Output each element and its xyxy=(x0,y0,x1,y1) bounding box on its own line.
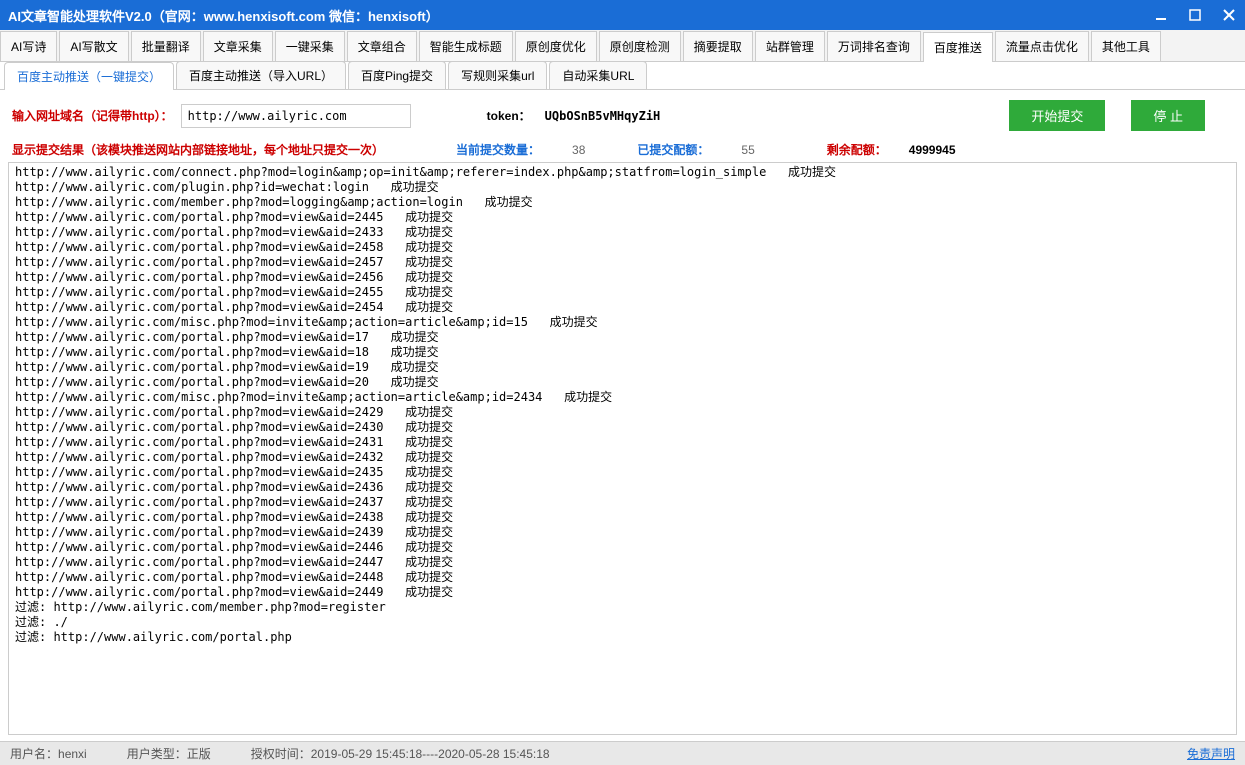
status-bar: 用户名：henxi 用户类型：正版 授权时间：2019-05-29 15:45:… xyxy=(0,741,1245,765)
window-controls xyxy=(1153,7,1237,23)
log-output[interactable]: http://www.ailyric.com/connect.php?mod=l… xyxy=(8,162,1237,735)
main-tab-6[interactable]: 智能生成标题 xyxy=(419,31,513,61)
log-line: http://www.ailyric.com/portal.php?mod=vi… xyxy=(15,435,1230,450)
main-tab-12[interactable]: 百度推送 xyxy=(923,32,993,62)
log-line: http://www.ailyric.com/portal.php?mod=vi… xyxy=(15,450,1230,465)
remain-value: 4999945 xyxy=(909,143,956,157)
user-block: 用户名：henxi xyxy=(10,745,87,762)
main-tabs: AI写诗AI写散文批量翻译文章采集一键采集文章组合智能生成标题原创度优化原创度检… xyxy=(0,30,1245,62)
count-label: 当前提交数量： xyxy=(456,141,540,158)
sub-tab-1[interactable]: 百度主动推送（导入URL） xyxy=(176,61,346,89)
window-title: AI文章智能处理软件V2.0（官网：www.henxisoft.com 微信：h… xyxy=(8,6,1153,25)
log-line: http://www.ailyric.com/portal.php?mod=vi… xyxy=(15,225,1230,240)
count-value: 38 xyxy=(572,143,585,157)
main-tab-9[interactable]: 摘要提取 xyxy=(683,31,753,61)
main-tab-0[interactable]: AI写诗 xyxy=(0,31,57,61)
log-line: http://www.ailyric.com/misc.php?mod=invi… xyxy=(15,315,1230,330)
log-line: http://www.ailyric.com/portal.php?mod=vi… xyxy=(15,465,1230,480)
main-tab-14[interactable]: 其他工具 xyxy=(1091,31,1161,61)
log-line: http://www.ailyric.com/portal.php?mod=vi… xyxy=(15,585,1230,600)
main-tab-13[interactable]: 流量点击优化 xyxy=(995,31,1089,61)
log-line: 过滤: http://www.ailyric.com/portal.php xyxy=(15,630,1230,645)
sub-tab-3[interactable]: 写规则采集url xyxy=(448,61,547,89)
log-line: http://www.ailyric.com/portal.php?mod=vi… xyxy=(15,375,1230,390)
main-tab-11[interactable]: 万词排名查询 xyxy=(827,31,921,61)
main-tab-5[interactable]: 文章组合 xyxy=(347,31,417,61)
token-label: token： xyxy=(487,107,531,124)
sub-tabs: 百度主动推送（一键提交）百度主动推送（导入URL）百度Ping提交写规则采集ur… xyxy=(0,62,1245,90)
log-line: http://www.ailyric.com/portal.php?mod=vi… xyxy=(15,555,1230,570)
main-tab-1[interactable]: AI写散文 xyxy=(59,31,128,61)
log-line: http://www.ailyric.com/plugin.php?id=wec… xyxy=(15,180,1230,195)
sub-tab-0[interactable]: 百度主动推送（一键提交） xyxy=(4,62,174,90)
main-tab-7[interactable]: 原创度优化 xyxy=(515,31,597,61)
sub-tab-2[interactable]: 百度Ping提交 xyxy=(348,61,446,89)
log-line: http://www.ailyric.com/portal.php?mod=vi… xyxy=(15,360,1230,375)
close-icon[interactable] xyxy=(1221,7,1237,23)
log-line: http://www.ailyric.com/portal.php?mod=vi… xyxy=(15,405,1230,420)
log-line: http://www.ailyric.com/portal.php?mod=vi… xyxy=(15,270,1230,285)
log-line: http://www.ailyric.com/connect.php?mod=l… xyxy=(15,165,1230,180)
log-line: http://www.ailyric.com/portal.php?mod=vi… xyxy=(15,420,1230,435)
log-line: http://www.ailyric.com/portal.php?mod=vi… xyxy=(15,240,1230,255)
start-button[interactable]: 开始提交 xyxy=(1009,100,1105,131)
main-tab-4[interactable]: 一键采集 xyxy=(275,31,345,61)
log-line: http://www.ailyric.com/portal.php?mod=vi… xyxy=(15,510,1230,525)
disclaimer-link[interactable]: 免责声明 xyxy=(1187,745,1235,762)
sub-tab-4[interactable]: 自动采集URL xyxy=(549,61,647,89)
token-value[interactable] xyxy=(539,105,689,127)
main-tab-10[interactable]: 站群管理 xyxy=(755,31,825,61)
url-label: 输入网址域名（记得带http）： xyxy=(12,107,173,124)
log-line: http://www.ailyric.com/portal.php?mod=vi… xyxy=(15,300,1230,315)
log-line: http://www.ailyric.com/portal.php?mod=vi… xyxy=(15,345,1230,360)
maximize-icon[interactable] xyxy=(1187,7,1203,23)
user-type-block: 用户类型：正版 xyxy=(127,745,211,762)
log-line: http://www.ailyric.com/portal.php?mod=vi… xyxy=(15,285,1230,300)
main-tab-3[interactable]: 文章采集 xyxy=(203,31,273,61)
log-line: http://www.ailyric.com/portal.php?mod=vi… xyxy=(15,570,1230,585)
auth-block: 授权时间：2019-05-29 15:45:18----2020-05-28 1… xyxy=(251,745,550,762)
minimize-icon[interactable] xyxy=(1153,7,1169,23)
status-row: 显示提交结果（该模块推送网站内部链接地址，每个地址只提交一次） 当前提交数量： … xyxy=(0,139,1245,162)
titlebar: AI文章智能处理软件V2.0（官网：www.henxisoft.com 微信：h… xyxy=(0,0,1245,30)
log-line: http://www.ailyric.com/portal.php?mod=vi… xyxy=(15,255,1230,270)
url-input[interactable] xyxy=(181,104,411,128)
log-line: http://www.ailyric.com/misc.php?mod=invi… xyxy=(15,390,1230,405)
log-line: 过滤: ./ xyxy=(15,615,1230,630)
log-line: http://www.ailyric.com/portal.php?mod=vi… xyxy=(15,495,1230,510)
submitted-value: 55 xyxy=(741,143,754,157)
log-line: 过滤: http://www.ailyric.com/member.php?mo… xyxy=(15,600,1230,615)
log-line: http://www.ailyric.com/portal.php?mod=vi… xyxy=(15,330,1230,345)
main-tab-2[interactable]: 批量翻译 xyxy=(131,31,201,61)
submitted-label: 已提交配额： xyxy=(637,141,709,158)
main-tab-8[interactable]: 原创度检测 xyxy=(599,31,681,61)
log-line: http://www.ailyric.com/member.php?mod=lo… xyxy=(15,195,1230,210)
input-row: 输入网址域名（记得带http）： token： 开始提交 停 止 xyxy=(0,90,1245,139)
remain-label: 剩余配额： xyxy=(827,141,887,158)
result-label: 显示提交结果（该模块推送网站内部链接地址，每个地址只提交一次） xyxy=(12,141,384,158)
log-line: http://www.ailyric.com/portal.php?mod=vi… xyxy=(15,480,1230,495)
log-line: http://www.ailyric.com/portal.php?mod=vi… xyxy=(15,525,1230,540)
log-line: http://www.ailyric.com/portal.php?mod=vi… xyxy=(15,210,1230,225)
log-line: http://www.ailyric.com/portal.php?mod=vi… xyxy=(15,540,1230,555)
stop-button[interactable]: 停 止 xyxy=(1131,100,1205,131)
